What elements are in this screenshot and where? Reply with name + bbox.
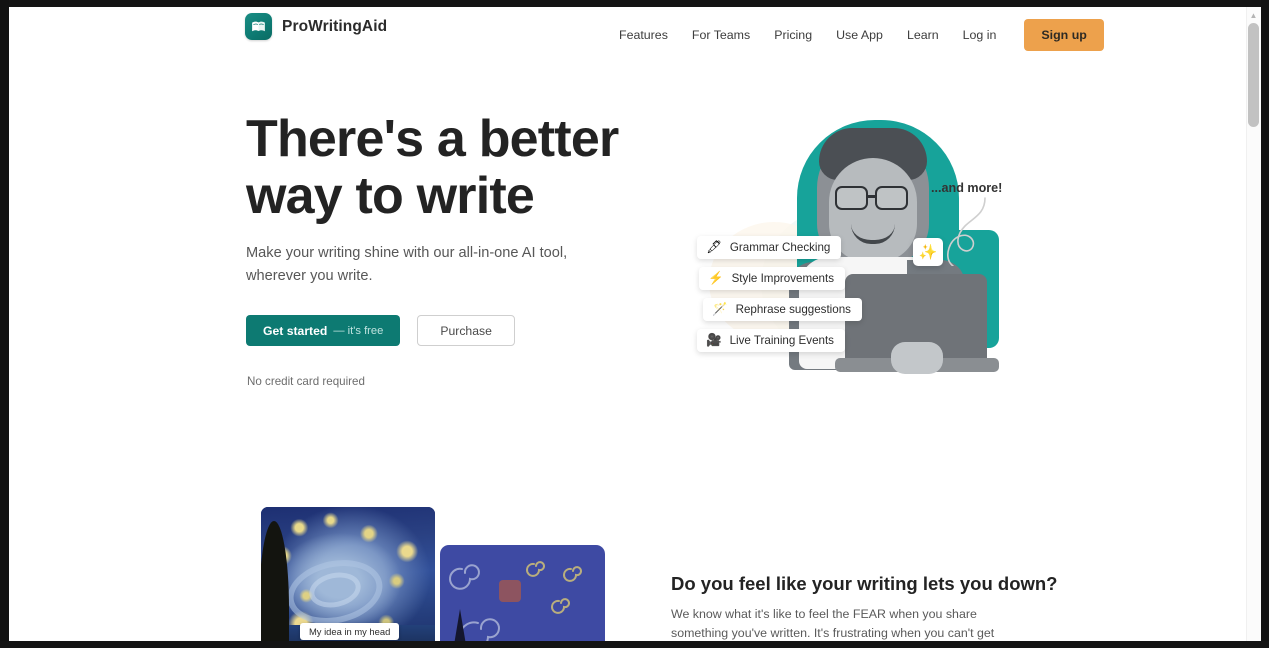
- movie-camera-icon: 🎥: [706, 333, 722, 348]
- quill-pen-icon: 🖋: [706, 240, 722, 255]
- and-more-label: ...and more!: [931, 181, 1003, 195]
- page-scrollbar-track[interactable]: ▲: [1246, 7, 1261, 641]
- book-logo-icon: [245, 13, 272, 40]
- window-bottom-edge: [0, 641, 1269, 648]
- feature-chip-rephrase-suggestions[interactable]: 🪄 Rephrase suggestions: [703, 298, 862, 321]
- window-left-edge: [0, 0, 9, 648]
- feature-chip-label: Grammar Checking: [729, 241, 831, 254]
- curly-pointer-line-icon: [946, 197, 986, 266]
- crude-drawing-image: [440, 545, 605, 641]
- brand-logo-link[interactable]: ProWritingAid: [245, 13, 387, 40]
- person-hand: [891, 342, 943, 374]
- sign-up-button[interactable]: Sign up: [1024, 19, 1104, 51]
- feature-chip-grammar-checking[interactable]: 🖋 Grammar Checking: [697, 236, 842, 259]
- artwork-comparison-group: My idea in my head: [255, 507, 607, 641]
- hero-illustration: ✨ ...and more! 🖋 Grammar Checking ⚡ Styl…: [669, 102, 1049, 392]
- glasses-right-lens: [875, 186, 908, 210]
- nav-link-use-app[interactable]: Use App: [824, 28, 895, 42]
- nav-link-for-teams[interactable]: For Teams: [680, 28, 762, 42]
- browser-viewport: ProWritingAid Features For Teams Pricing…: [0, 0, 1269, 648]
- hero-cta-row: Get started — it's free Purchase: [246, 315, 515, 346]
- window-top-edge: [0, 0, 1269, 7]
- feature-chip-live-training-events[interactable]: 🎥 Live Training Events: [697, 329, 845, 352]
- site-header: ProWritingAid Features For Teams Pricing…: [9, 7, 1246, 63]
- window-right-edge: [1261, 0, 1269, 648]
- hero-subtitle: Make your writing shine with our all-in-…: [246, 245, 568, 284]
- page-scrollbar-thumb[interactable]: [1248, 23, 1259, 127]
- section-body: We know what it's like to feel the FEAR …: [671, 607, 995, 640]
- brand-name: ProWritingAid: [282, 17, 388, 35]
- lightning-bolt-icon: ⚡: [708, 271, 724, 286]
- no-credit-card-note: No credit card required: [247, 375, 365, 388]
- feature-chip-list: 🖋 Grammar Checking ⚡ Style Improvements …: [697, 236, 862, 352]
- feature-chip-label: Rephrase suggestions: [735, 303, 851, 316]
- hero-title: There's a better way to write: [246, 110, 619, 225]
- page-content: ProWritingAid Features For Teams Pricing…: [9, 7, 1261, 641]
- get-started-sublabel: — it's free: [333, 324, 384, 337]
- starry-night-painting-image: [261, 507, 435, 641]
- glasses-bridge: [868, 195, 875, 198]
- feature-chip-label: Live Training Events: [729, 334, 834, 347]
- feature-chip-label: Style Improvements: [731, 272, 835, 285]
- nav-link-features[interactable]: Features: [607, 28, 680, 42]
- get-started-button[interactable]: Get started — it's free: [246, 315, 401, 346]
- purchase-button[interactable]: Purchase: [417, 315, 515, 346]
- artwork-caption: My idea in my head: [300, 623, 400, 640]
- primary-nav: Features For Teams Pricing Use App Learn…: [607, 7, 1104, 63]
- magic-wand-icon: 🪄: [712, 302, 728, 317]
- nav-link-learn[interactable]: Learn: [895, 28, 951, 42]
- glasses-left-lens: [835, 186, 868, 210]
- nav-link-log-in[interactable]: Log in: [951, 28, 1009, 42]
- get-started-label: Get started: [263, 323, 328, 338]
- nav-link-pricing[interactable]: Pricing: [762, 28, 824, 42]
- feature-chip-style-improvements[interactable]: ⚡ Style Improvements: [699, 267, 846, 290]
- scrollbar-up-arrow-icon[interactable]: ▲: [1248, 11, 1259, 21]
- section-heading: Do you feel like your writing lets you d…: [671, 573, 1058, 594]
